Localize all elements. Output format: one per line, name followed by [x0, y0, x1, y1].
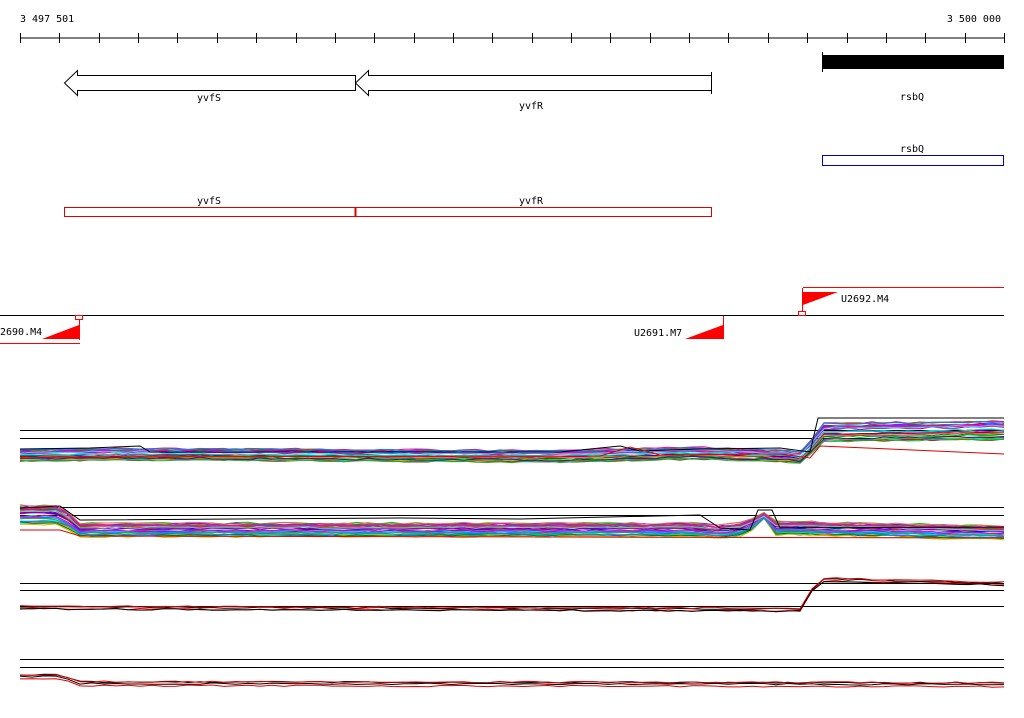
transcript-box-rsbQ: [822, 155, 1004, 166]
gene-label-yvfS: yvfS: [197, 93, 221, 104]
cds-box-yvfR: [355, 207, 712, 217]
gene-label-rsbQ: rsbQ: [900, 92, 924, 103]
gene-bar-rsbQ: [822, 55, 1004, 69]
expression-tracks: [19, 417, 1005, 688]
cds-label-yvfR: yvfR: [519, 196, 544, 207]
marker-flag-right: [803, 292, 838, 305]
cds-box-yvfS: [64, 207, 356, 217]
gene-label-yvfR: yvfR: [519, 101, 544, 112]
annotation-track: rsbQ yvfS yvfR: [64, 144, 1004, 217]
coordinate-ruler: 3 497 501 3 500 000: [20, 14, 1005, 43]
marker-flag-left: [42, 325, 79, 339]
marker-label-right: U2692.M4: [841, 294, 889, 305]
cds-label-yvfS: yvfS: [197, 196, 221, 207]
marker-label-left: 2690.M4: [0, 327, 42, 338]
track1-series: [19, 417, 1005, 464]
marker-flag-middle: [685, 325, 723, 339]
marker-box-left: [75, 315, 83, 320]
genome-browser-view: 3 497 501 3 500 000 yvfS yvfR rsbQ rsbQ …: [0, 0, 1024, 714]
track2-series: [19, 504, 1005, 541]
marker-label-middle: U2691.M7: [634, 328, 682, 339]
ruler-end-label: 3 500 000: [947, 14, 1001, 25]
genome-browser-canvas: 3 497 501 3 500 000 yvfS yvfR rsbQ rsbQ …: [0, 14, 1005, 688]
expression-line: [19, 674, 1005, 684]
expression-track-1: [19, 417, 1005, 464]
expression-track-3: [19, 577, 1005, 613]
expression-track-4: [19, 659, 1005, 688]
gene-arrow-yvfR: [354, 69, 712, 97]
marker-box-right: [798, 311, 806, 316]
gene-arrow-yvfS: [63, 69, 356, 97]
gene-track: yvfS yvfR rsbQ: [63, 52, 1004, 112]
expression-track-2: [19, 504, 1005, 541]
expression-line: [19, 675, 1005, 686]
track4-series: [19, 673, 1005, 688]
transcript-label-rsbQ: rsbQ: [900, 144, 924, 155]
marker-track: U2692.M4 2690.M4 U2691.M7: [0, 287, 1004, 344]
ruler-start-label: 3 497 501: [20, 14, 74, 25]
